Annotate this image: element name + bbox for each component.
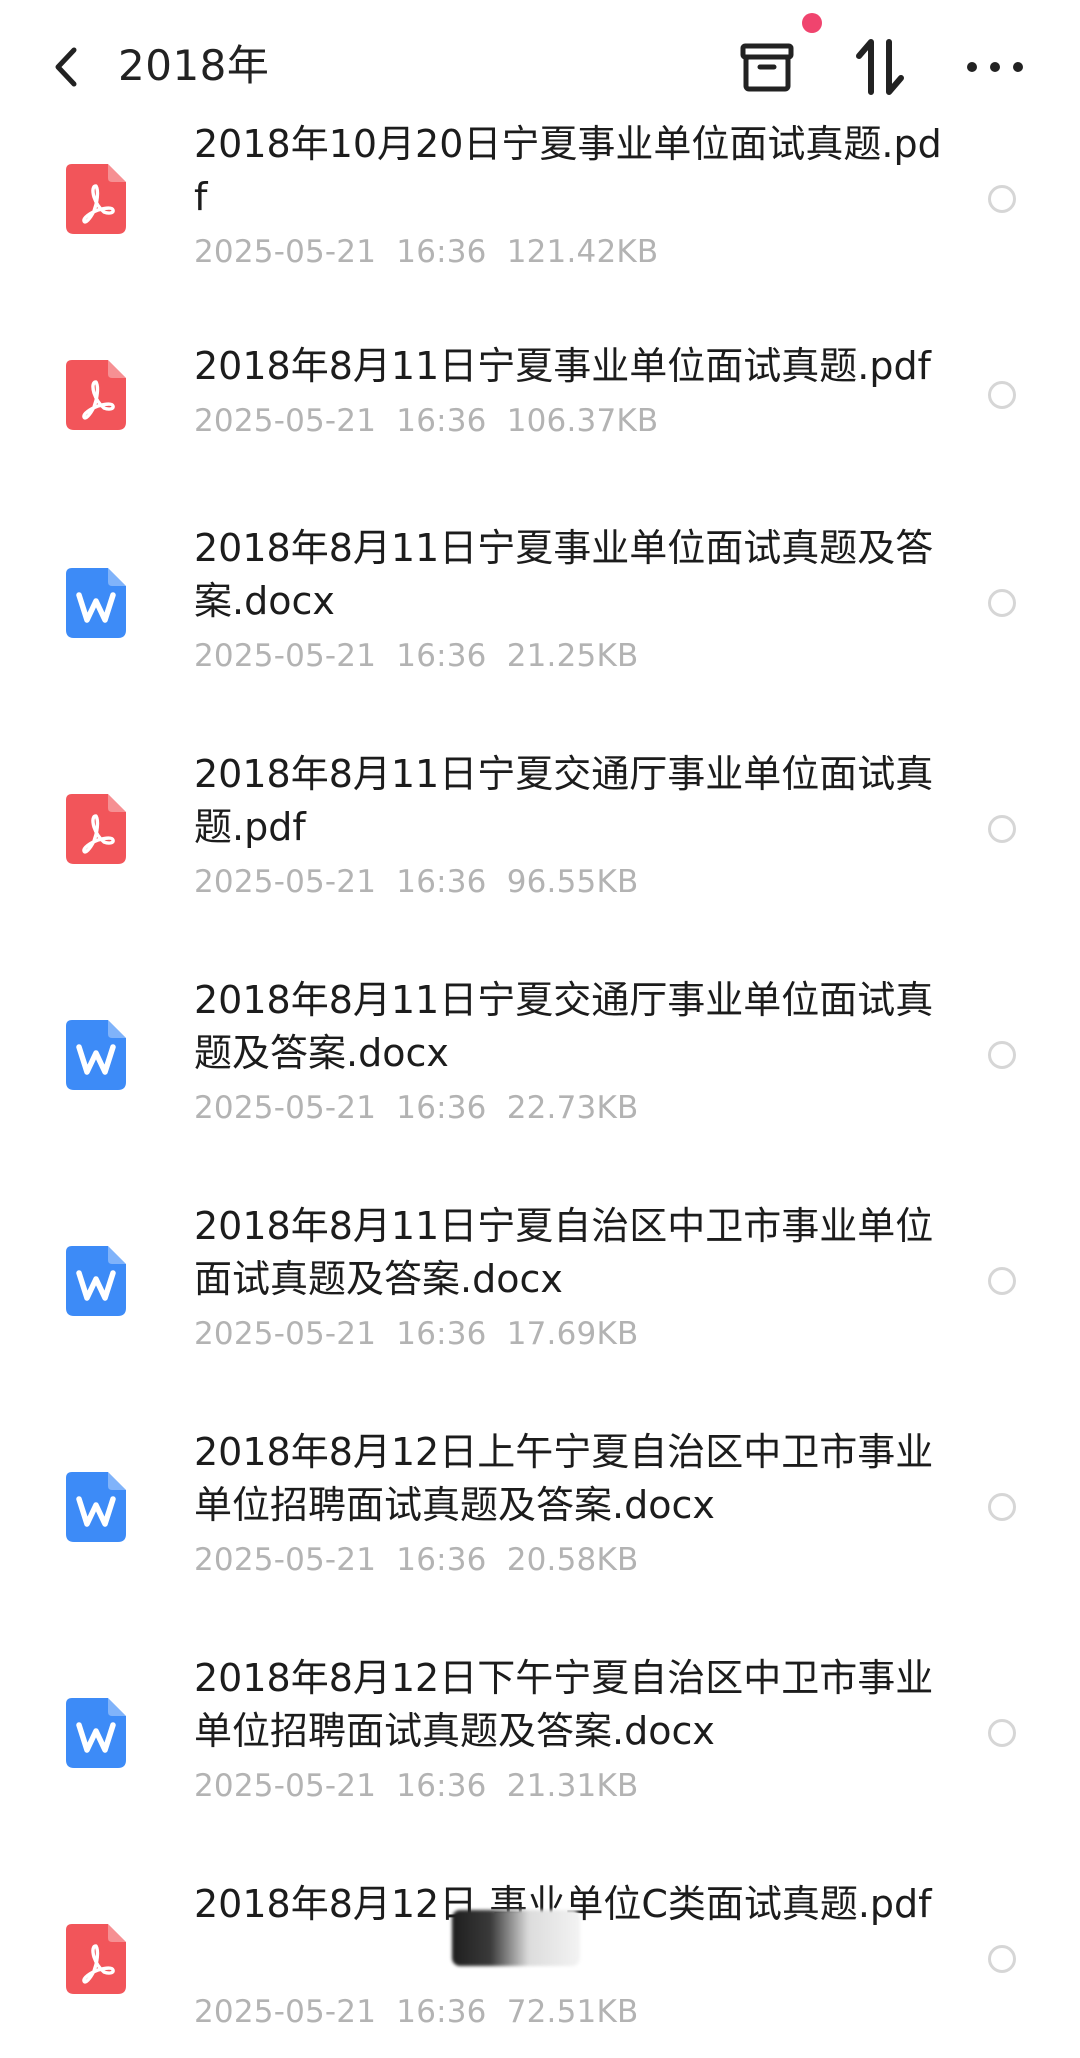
word-icon — [66, 1698, 126, 1768]
select-checkbox[interactable] — [988, 1041, 1016, 1069]
more-options-button[interactable] — [960, 32, 1030, 102]
file-meta: 2025-05-21 16:36 96.55KB — [194, 864, 639, 900]
file-name: 2018年8月12日下午宁夏自治区中卫市事业单位招聘面试真题及答案.docx — [194, 1656, 934, 1753]
more-dots-icon — [967, 62, 1023, 72]
file-meta: 2025-05-21 16:36 106.37KB — [194, 403, 659, 439]
pdf-icon — [66, 1924, 126, 1994]
file-name: 2018年8月11日宁夏自治区中卫市事业单位面试真题及答案.docx — [194, 1204, 934, 1301]
archive-box-icon — [740, 43, 794, 92]
notification-dot — [802, 13, 822, 33]
select-checkbox[interactable] — [988, 185, 1016, 213]
file-meta: 2025-05-21 16:36 21.31KB — [194, 1768, 639, 1804]
word-icon — [66, 568, 126, 638]
file-browser-screen: 2018年 2018年10月20日宁夏事业单位面试真题.pdf 2025-05-… — [0, 0, 1080, 2058]
file-name: 2018年10月20日宁夏事业单位面试真题.pdf — [194, 122, 942, 219]
file-meta: 2025-05-21 16:36 21.25KB — [194, 638, 639, 674]
archive-button[interactable] — [732, 32, 802, 102]
select-checkbox[interactable] — [988, 1945, 1016, 1973]
word-icon — [66, 1020, 126, 1090]
select-checkbox[interactable] — [988, 589, 1016, 617]
file-name: 2018年8月11日宁夏事业单位面试真题.pdf — [194, 344, 931, 388]
pdf-icon — [66, 359, 126, 430]
file-meta: 2025-05-21 16:36 17.69KB — [194, 1316, 639, 1352]
file-meta: 2025-05-21 16:36 121.42KB — [194, 234, 659, 270]
pdf-icon — [66, 794, 126, 864]
select-checkbox[interactable] — [988, 1267, 1016, 1295]
word-icon — [66, 1472, 126, 1542]
file-meta: 2025-05-21 16:36 20.58KB — [194, 1542, 639, 1578]
sort-arrows-icon — [856, 39, 904, 95]
page-title: 2018年 — [118, 41, 270, 90]
back-button[interactable] — [44, 38, 88, 96]
select-checkbox[interactable] — [988, 1719, 1016, 1747]
sort-button[interactable] — [846, 32, 916, 102]
redaction-blur — [452, 1910, 580, 1966]
chevron-left-icon — [55, 47, 77, 87]
file-name: 2018年8月12日上午宁夏自治区中卫市事业单位招聘面试真题及答案.docx — [194, 1430, 934, 1527]
file-name: 2018年8月11日宁夏交通厅事业单位面试真题.pdf — [194, 752, 934, 849]
file-meta: 2025-05-21 16:36 22.73KB — [194, 1090, 639, 1126]
select-checkbox[interactable] — [988, 1493, 1016, 1521]
pdf-icon — [66, 164, 126, 234]
file-meta: 2025-05-21 16:36 72.51KB — [194, 1994, 639, 2030]
file-name: 2018年8月11日宁夏事业单位面试真题及答案.docx — [194, 526, 934, 623]
top-bar: 2018年 — [0, 0, 1080, 130]
file-name: 2018年8月11日宁夏交通厅事业单位面试真题及答案.docx — [194, 978, 934, 1075]
select-checkbox[interactable] — [988, 815, 1016, 843]
select-checkbox[interactable] — [988, 380, 1016, 409]
word-icon — [66, 1246, 126, 1316]
